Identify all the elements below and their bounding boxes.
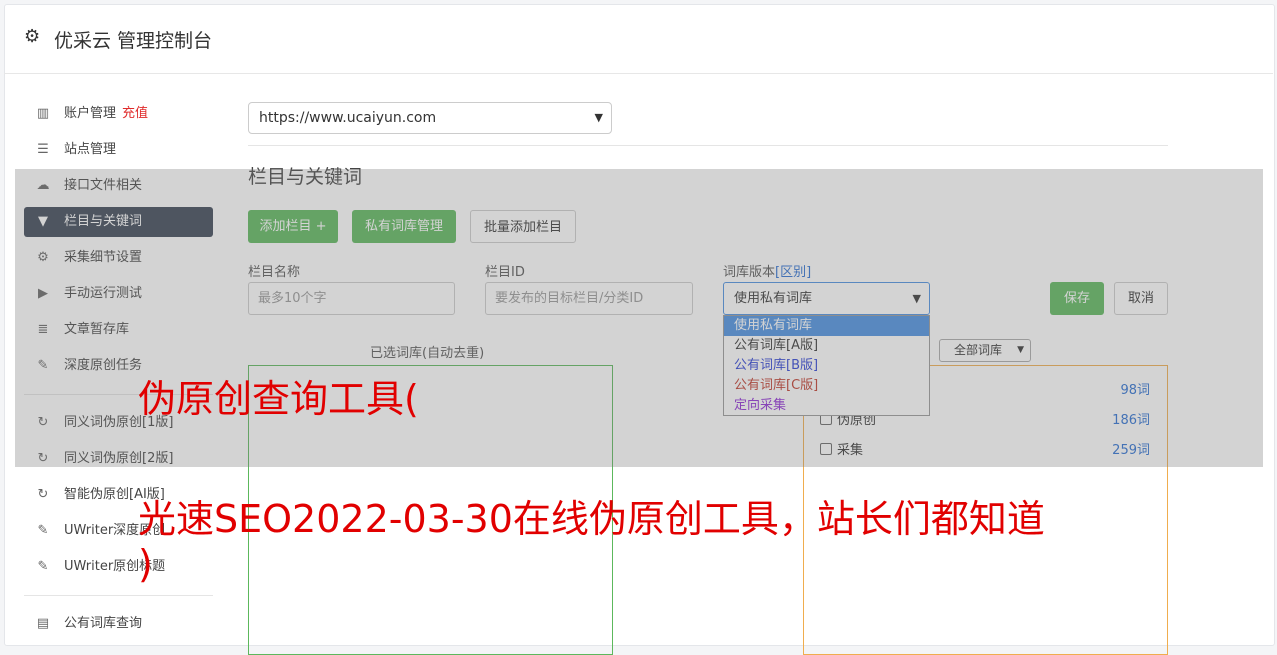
recharge-link[interactable]: 充值: [122, 106, 148, 121]
book-icon: ▤: [36, 616, 50, 631]
sidebar-item-label: 站点管理: [64, 142, 117, 157]
bar-chart-icon: ▥: [36, 106, 50, 121]
divider: [248, 145, 1168, 146]
chevron-down-icon: ▼: [594, 111, 603, 124]
server-icon: ☰: [37, 142, 49, 157]
site-select[interactable]: https://www.ucaiyun.com ▼: [248, 102, 612, 134]
sidebar-item-uwriter-title[interactable]: ✎ UWriter原创标题: [24, 552, 213, 582]
sidebar-item-sites[interactable]: ☰ 站点管理: [24, 135, 213, 165]
site-select-value: https://www.ucaiyun.com: [259, 110, 437, 126]
sidebar-item-account[interactable]: ▥ 账户管理 充值: [24, 99, 213, 129]
sidebar-item-label: 账户管理: [64, 106, 117, 121]
sidebar-item-label: 公有词库查询: [64, 616, 143, 631]
gear-icon: ⚙: [24, 26, 41, 47]
overlay-caption-line3: ): [138, 542, 153, 586]
overlay-caption-line1: 伪原创查询工具(: [138, 377, 419, 421]
page-title: 优采云 管理控制台: [54, 30, 213, 52]
overlay-caption-line2: 光速SEO2022-03-30在线伪原创工具，站长们都知道: [138, 497, 1045, 541]
sidebar-item-public-lib[interactable]: ▤ 公有词库查询: [24, 609, 213, 639]
edit-icon: ✎: [37, 559, 49, 574]
refresh-icon: ↻: [37, 487, 49, 502]
sidebar-divider: [24, 595, 213, 596]
header: ⚙ 优采云 管理控制台: [4, 4, 1273, 74]
edit-icon: ✎: [37, 523, 49, 538]
